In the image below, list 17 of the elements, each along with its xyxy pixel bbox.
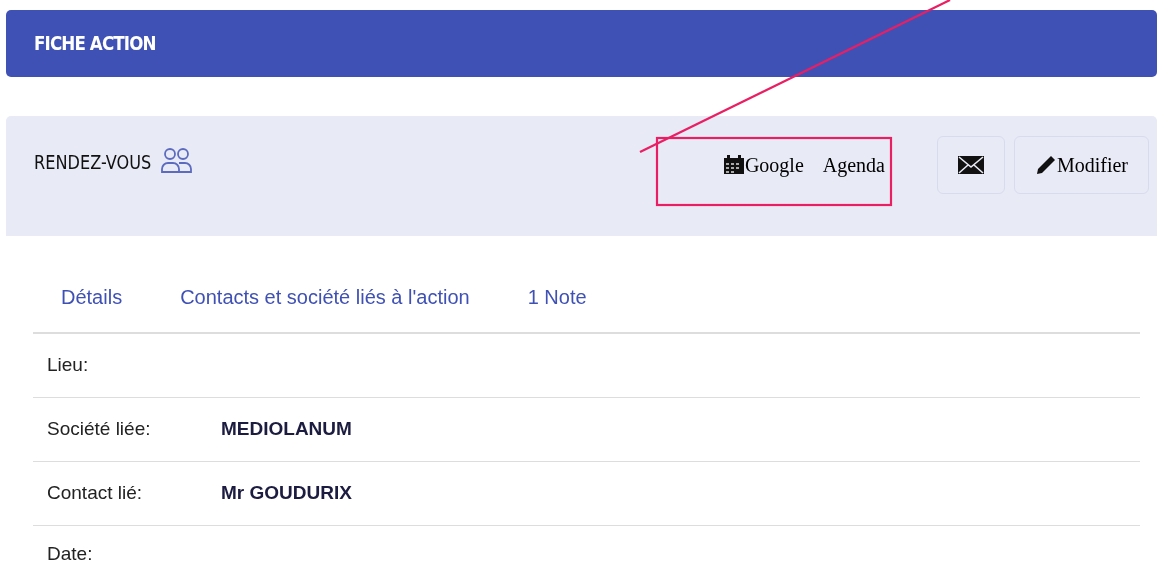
email-button[interactable] <box>936 136 1005 194</box>
field-label: Date: <box>47 541 94 566</box>
field-label: Lieu: <box>47 353 90 378</box>
mail-icon <box>957 156 984 174</box>
card-title: RENDEZ-VOUS <box>34 150 152 175</box>
tab[interactable]: Contacts et société liés à l'action <box>151 282 499 312</box>
field-label: Contact lié: <box>47 481 144 506</box>
field-value: MEDIOLANUM <box>221 417 352 442</box>
tab[interactable]: 1 Note <box>498 282 616 312</box>
field-value: Mr GOUDURIX <box>221 481 352 506</box>
pencil-icon <box>1034 154 1057 176</box>
field-label: Société liée: <box>47 417 152 442</box>
edit-button[interactable]: Modifier <box>1013 136 1149 194</box>
tab[interactable]: Détails <box>33 282 152 312</box>
page-title: FICHE ACTION <box>34 31 156 57</box>
google-agenda-button[interactable]: Google Agenda <box>701 136 906 194</box>
calendar-icon <box>722 155 745 175</box>
